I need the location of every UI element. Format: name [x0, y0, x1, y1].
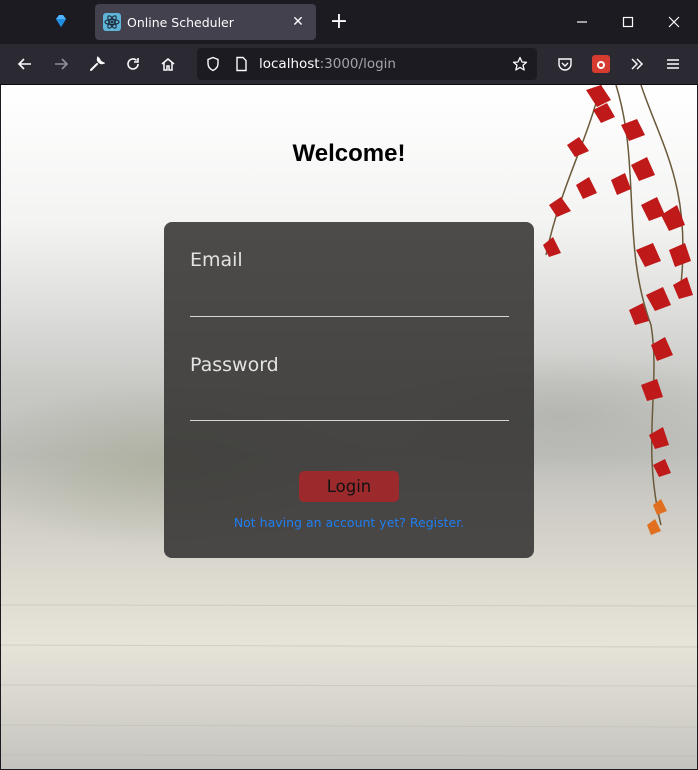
back-button[interactable] [11, 50, 39, 78]
maximize-icon [622, 16, 634, 28]
home-button[interactable] [154, 50, 182, 78]
hamburger-menu-icon [667, 59, 679, 69]
back-arrow-icon [17, 58, 31, 70]
email-label: Email [190, 249, 243, 271]
extension-button[interactable] [587, 50, 615, 78]
password-label: Password [190, 354, 279, 376]
gem-icon [56, 15, 66, 27]
chevron-double-right-icon [631, 58, 644, 70]
tab-strip: Online Scheduler ✕ + [0, 0, 698, 44]
page-icon [236, 56, 247, 72]
register-link[interactable]: Not having an account yet? Register. [164, 515, 534, 530]
overflow-button[interactable] [623, 50, 651, 78]
maximize-button[interactable] [613, 8, 643, 36]
new-tab-button[interactable]: + [326, 9, 352, 35]
nav-toolbar: localhost:3000/login [0, 44, 698, 85]
menu-button[interactable] [659, 50, 687, 78]
forward-button[interactable] [47, 50, 75, 78]
pocket-icon [558, 58, 572, 71]
extension-icon [592, 55, 610, 73]
url-text: localhost:3000/login [259, 56, 396, 72]
tools-button[interactable] [83, 50, 111, 78]
minimize-button[interactable] [567, 8, 597, 36]
react-atom-icon [103, 13, 121, 31]
wrench-icon [90, 56, 105, 71]
tab-title: Online Scheduler [127, 14, 234, 30]
tab-online-scheduler[interactable]: Online Scheduler ✕ [95, 4, 316, 40]
pocket-button[interactable] [551, 50, 579, 78]
reload-icon [127, 58, 139, 70]
page-title: Welcome! [292, 140, 406, 167]
minimize-icon [577, 21, 587, 23]
star-icon[interactable] [512, 56, 528, 72]
forward-arrow-icon [55, 58, 69, 70]
close-icon [668, 16, 680, 28]
email-field[interactable] [190, 285, 509, 315]
url-bar[interactable]: localhost:3000/login [197, 48, 537, 80]
login-card: Email Password Login Not having an accou… [164, 222, 534, 558]
home-icon [161, 58, 175, 71]
shield-icon [207, 56, 219, 72]
close-window-button[interactable] [659, 8, 689, 36]
password-underline [190, 420, 509, 421]
tab-close-icon[interactable]: ✕ [286, 14, 310, 30]
email-underline [190, 316, 509, 317]
password-field[interactable] [190, 390, 509, 420]
url-host: localhost [259, 56, 320, 72]
page-content: Welcome! Email Password Login Not having… [1, 85, 697, 769]
login-button[interactable]: Login [299, 471, 399, 502]
reload-button[interactable] [119, 50, 147, 78]
pinned-tab[interactable] [50, 10, 72, 32]
url-path: :3000/login [319, 56, 396, 72]
